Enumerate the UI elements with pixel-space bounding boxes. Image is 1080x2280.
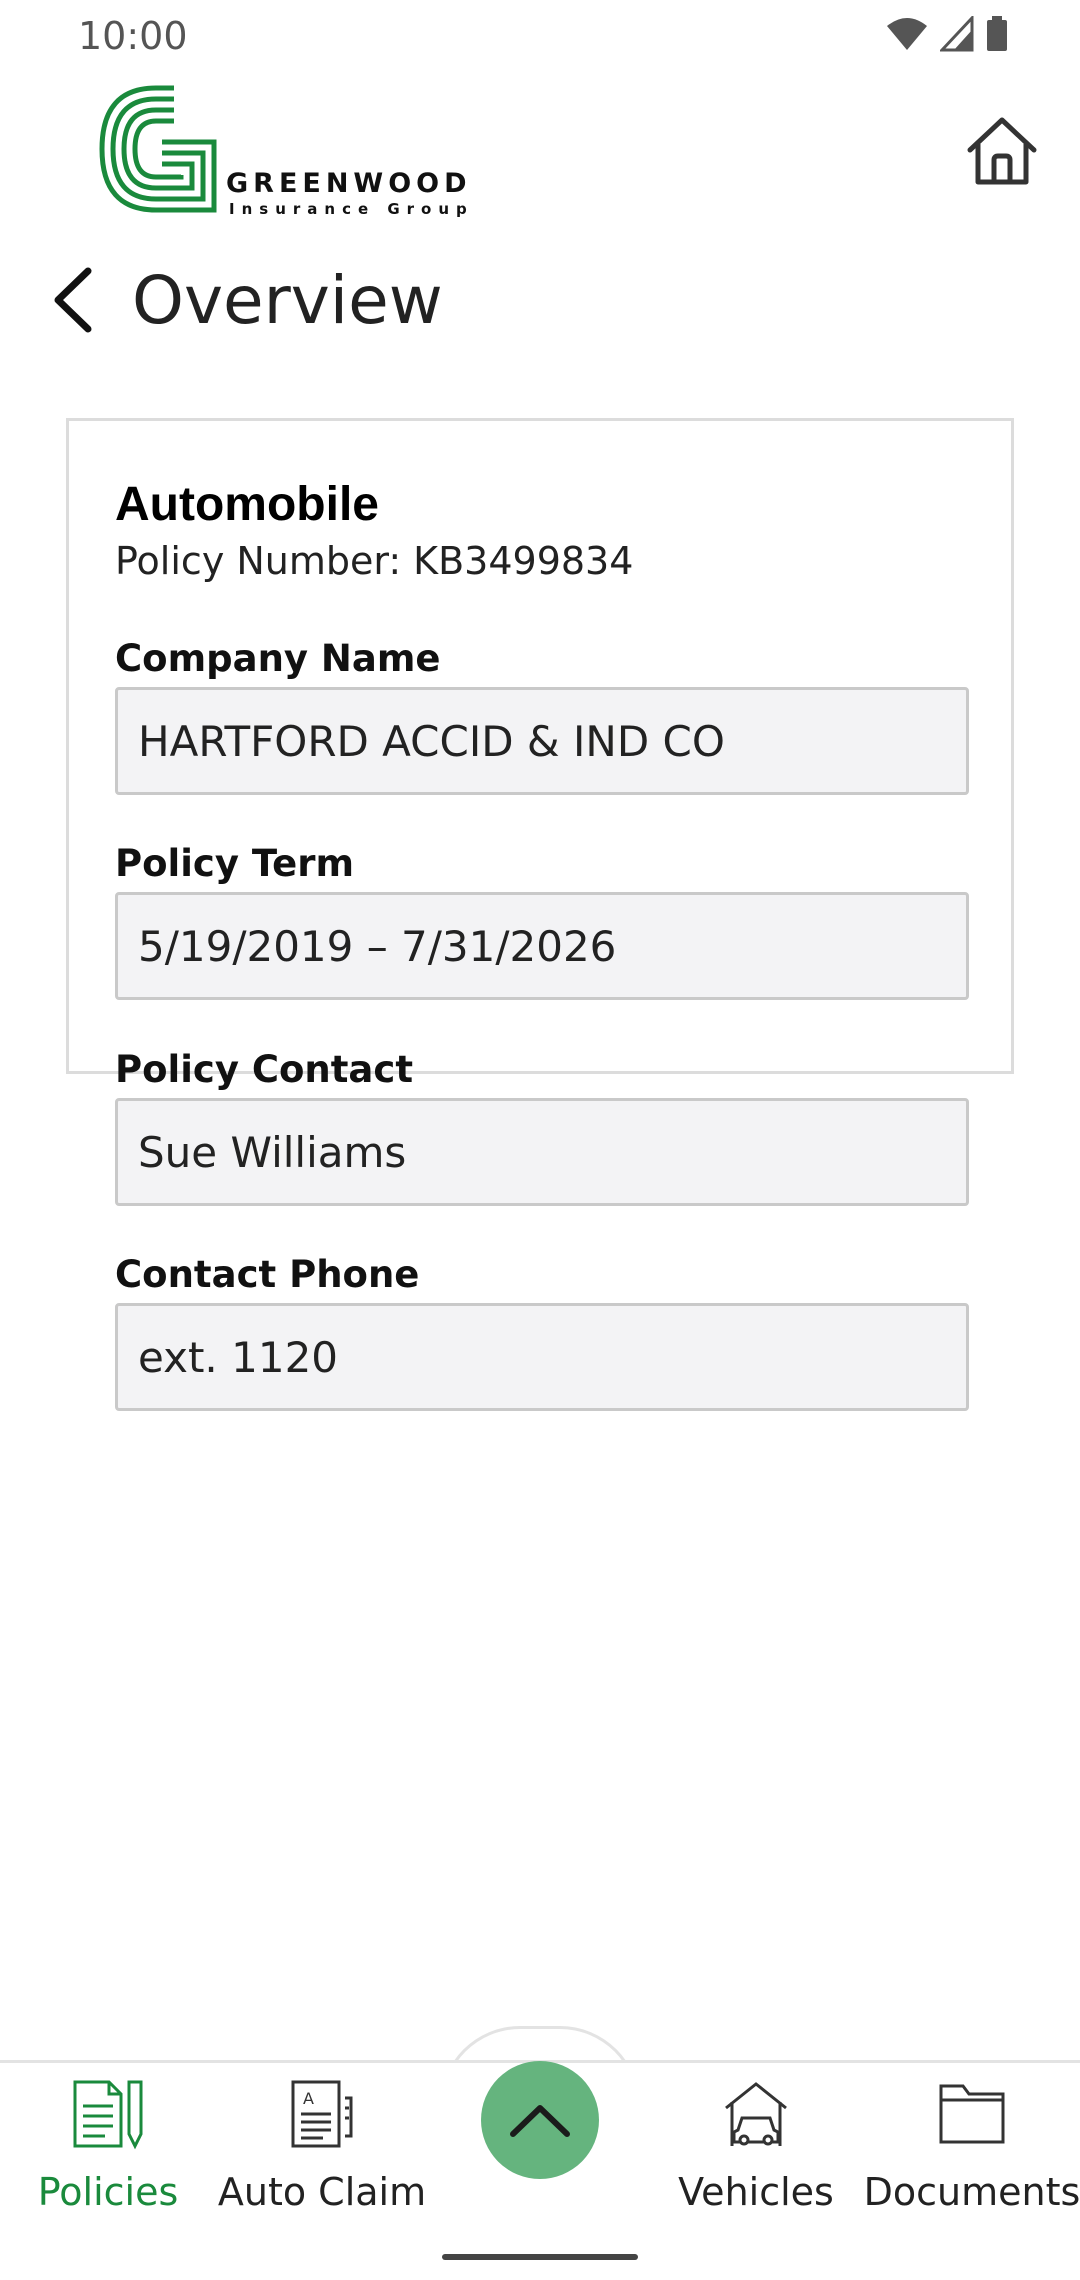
svg-text:A: A [303, 2089, 314, 2108]
nav-label-policies: Policies [37, 2170, 179, 2214]
nav-label-vehicles: Vehicles [678, 2170, 834, 2214]
policy-number-value: KB3499834 [413, 539, 634, 583]
contact-phone-field: Contact Phone ext. 1120 [115, 1247, 969, 1411]
policy-term-label: Policy Term [115, 842, 355, 885]
status-icons [886, 16, 1008, 52]
nav-item-policies[interactable]: Policies [0, 2074, 223, 2214]
greenwood-logo: GREENWOOD Insurance Group [96, 82, 476, 222]
nav-label-auto-claim: Auto Claim [217, 2170, 427, 2214]
battery-icon [987, 16, 1007, 51]
policy-contact-label: Policy Contact [115, 1048, 414, 1091]
policy-contact-field: Policy Contact Sue Williams [115, 1042, 969, 1206]
policy-number-label: Policy Number: [115, 539, 402, 583]
status-time: 10:00 [78, 14, 188, 58]
company-name-label: Company Name [115, 637, 441, 680]
home-button[interactable] [962, 110, 1042, 190]
policy-card: Automobile Policy Number: KB3499834 Compa… [66, 418, 1014, 1411]
company-name-field: Company Name HARTFORD ACCID & IND CO [115, 631, 969, 795]
signal-icon [940, 16, 974, 52]
greenwood-logo-mark-icon [99, 85, 217, 213]
page-header: Overview [48, 250, 443, 350]
gesture-bar [442, 2254, 638, 2260]
nav-item-documents[interactable]: Documents [857, 2074, 1080, 2214]
vehicles-icon [716, 2074, 796, 2154]
policies-icon [68, 2074, 148, 2154]
nav-item-vehicles[interactable]: Vehicles [641, 2074, 871, 2214]
status-bar: 10:00 [0, 0, 1080, 70]
brand-tagline: Insurance Group [229, 200, 474, 218]
policy-term-field: Policy Term 5/19/2019 – 7/31/2026 [115, 836, 969, 1000]
wifi-icon [887, 18, 927, 50]
chevron-left-icon [54, 267, 92, 333]
contact-phone-label: Contact Phone [115, 1253, 420, 1296]
contact-phone-value: ext. 1120 [115, 1303, 969, 1411]
policy-type: Automobile [115, 478, 379, 531]
nav-item-auto-claim[interactable]: A Auto Claim [207, 2074, 437, 2214]
policy-contact-value: Sue Williams [115, 1098, 969, 1206]
home-icon [967, 117, 1037, 185]
brand-name: GREENWOOD [226, 168, 472, 199]
expand-menu-button[interactable] [481, 2061, 599, 2179]
page-title: Overview [132, 261, 443, 339]
policy-term-value: 5/19/2019 – 7/31/2026 [115, 892, 969, 1000]
auto-claim-icon: A [282, 2074, 362, 2154]
back-button[interactable] [48, 260, 104, 340]
nav-label-documents: Documents [863, 2170, 1080, 2214]
chevron-up-icon [510, 2105, 570, 2137]
documents-icon [932, 2074, 1012, 2154]
company-name-value: HARTFORD ACCID & IND CO [115, 687, 969, 795]
policy-number: Policy Number: KB3499834 [115, 539, 633, 583]
